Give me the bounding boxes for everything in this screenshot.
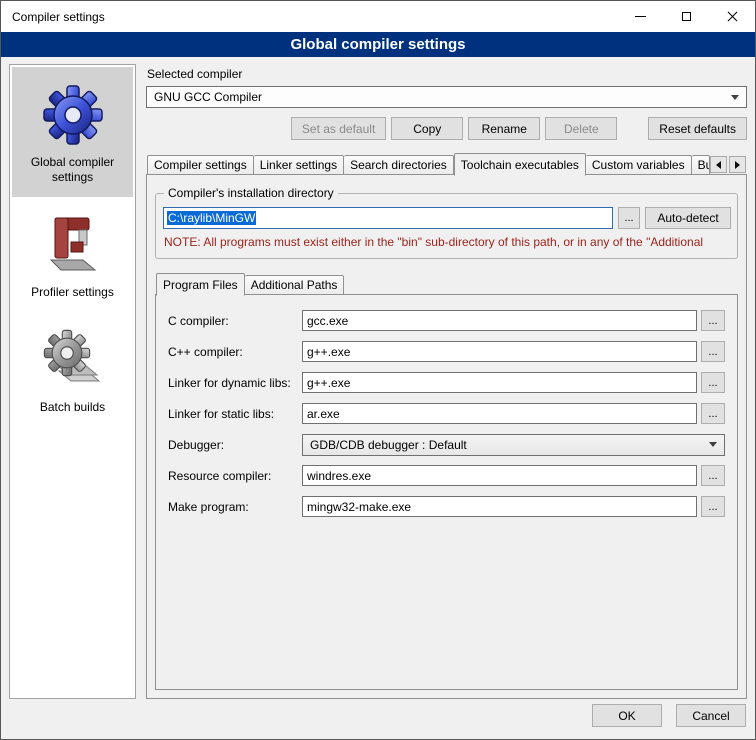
field-row-make-program: Make program: ... bbox=[168, 496, 725, 517]
linker-dynamic-input[interactable] bbox=[302, 372, 697, 393]
field-label: Linker for dynamic libs: bbox=[168, 376, 302, 390]
minimize-button[interactable] bbox=[617, 1, 663, 32]
browse-button[interactable]: ... bbox=[701, 465, 725, 486]
browse-button[interactable]: ... bbox=[701, 341, 725, 362]
titlebar: Compiler settings bbox=[1, 1, 755, 32]
field-row-cpp-compiler: C++ compiler: ... bbox=[168, 341, 725, 362]
tab-toolchain-executables[interactable]: Toolchain executables bbox=[454, 153, 586, 176]
left-arrow-icon bbox=[716, 161, 721, 169]
cpp-compiler-input[interactable] bbox=[302, 341, 697, 362]
sidebar-item-profiler-settings[interactable]: Profiler settings bbox=[12, 197, 133, 312]
main-settings-area: Selected compiler GNU GCC Compiler Set a… bbox=[146, 64, 747, 699]
close-icon bbox=[726, 10, 739, 23]
chevron-down-icon bbox=[731, 95, 739, 100]
tab-build-truncated[interactable]: Buil bbox=[692, 155, 710, 175]
window-controls bbox=[617, 1, 755, 32]
tab-scroll-arrows bbox=[710, 156, 746, 175]
selected-compiler-label: Selected compiler bbox=[147, 67, 747, 81]
tab-custom-variables[interactable]: Custom variables bbox=[586, 155, 692, 175]
resource-compiler-input[interactable] bbox=[302, 465, 697, 486]
minimize-icon bbox=[635, 16, 646, 17]
set-as-default-button[interactable]: Set as default bbox=[291, 117, 386, 140]
field-row-c-compiler: C compiler: ... bbox=[168, 310, 725, 331]
settings-tab-strip: Compiler settings Linker settings Search… bbox=[146, 153, 747, 175]
sidebar-item-label: Batch builds bbox=[40, 400, 105, 415]
profiler-icon bbox=[41, 212, 105, 276]
compiler-select[interactable]: GNU GCC Compiler bbox=[146, 86, 747, 108]
dialog-body: Global compiler settings Profiler settin… bbox=[1, 57, 755, 699]
window-title: Compiler settings bbox=[1, 10, 617, 24]
sidebar-item-label: Profiler settings bbox=[31, 285, 114, 300]
field-label: C compiler: bbox=[168, 314, 302, 328]
field-row-linker-static: Linker for static libs: ... bbox=[168, 403, 725, 424]
maximize-button[interactable] bbox=[663, 1, 709, 32]
program-files-panel: C compiler: ... C++ compiler: ... Linker… bbox=[155, 294, 738, 690]
debugger-select[interactable]: GDB/CDB debugger : Default bbox=[302, 434, 725, 456]
tab-compiler-settings[interactable]: Compiler settings bbox=[147, 155, 254, 175]
cancel-button[interactable]: Cancel bbox=[676, 704, 746, 727]
field-label: Resource compiler: bbox=[168, 469, 302, 483]
dialog-header-title: Global compiler settings bbox=[290, 36, 465, 53]
installation-directory-selected-text: C:\raylib\MinGW bbox=[167, 211, 256, 225]
delete-button[interactable]: Delete bbox=[545, 117, 617, 140]
settings-category-list: Global compiler settings Profiler settin… bbox=[9, 64, 136, 699]
sidebar-item-label: Global compiler settings bbox=[16, 155, 129, 185]
tab-search-directories[interactable]: Search directories bbox=[344, 155, 454, 175]
compiler-select-value: GNU GCC Compiler bbox=[154, 90, 725, 104]
compiler-settings-window: Compiler settings Global compiler settin… bbox=[0, 0, 756, 740]
tab-scroll-right-button[interactable] bbox=[729, 156, 746, 173]
close-button[interactable] bbox=[709, 1, 755, 32]
ok-button[interactable]: OK bbox=[592, 704, 662, 727]
installation-directory-groupbox: Compiler's installation directory C:\ray… bbox=[155, 193, 738, 259]
chevron-down-icon bbox=[709, 442, 717, 447]
subtab-program-files[interactable]: Program Files bbox=[156, 273, 245, 296]
sidebar-item-global-compiler-settings[interactable]: Global compiler settings bbox=[12, 67, 133, 197]
right-arrow-icon bbox=[735, 161, 740, 169]
field-label: Linker for static libs: bbox=[168, 407, 302, 421]
field-row-resource-compiler: Resource compiler: ... bbox=[168, 465, 725, 486]
auto-detect-button[interactable]: Auto-detect bbox=[645, 207, 731, 229]
field-label: Make program: bbox=[168, 500, 302, 514]
browse-button[interactable]: ... bbox=[701, 310, 725, 331]
browse-button[interactable]: ... bbox=[701, 496, 725, 517]
compiler-buttons-row: Set as default Copy Rename Delete Reset … bbox=[146, 117, 747, 140]
field-label: Debugger: bbox=[168, 438, 302, 452]
make-program-input[interactable] bbox=[302, 496, 697, 517]
browse-button[interactable]: ... bbox=[701, 403, 725, 424]
debugger-select-value: GDB/CDB debugger : Default bbox=[310, 438, 467, 452]
batch-builds-icon bbox=[41, 327, 105, 391]
program-files-tab-strip: Program Files Additional Paths bbox=[155, 273, 738, 295]
field-row-debugger: Debugger: GDB/CDB debugger : Default bbox=[168, 434, 725, 455]
subtab-additional-paths[interactable]: Additional Paths bbox=[245, 275, 345, 295]
toolchain-executables-panel: Compiler's installation directory C:\ray… bbox=[146, 174, 747, 699]
bin-subdirectory-note: NOTE: All programs must exist either in … bbox=[164, 235, 730, 249]
installation-directory-label: Compiler's installation directory bbox=[164, 186, 338, 200]
linker-static-input[interactable] bbox=[302, 403, 697, 424]
reset-defaults-button[interactable]: Reset defaults bbox=[648, 117, 747, 140]
browse-button[interactable]: ... bbox=[701, 372, 725, 393]
dialog-footer: OK Cancel bbox=[1, 699, 755, 739]
sidebar-item-batch-builds[interactable]: Batch builds bbox=[12, 312, 133, 427]
browse-directory-button[interactable]: ... bbox=[618, 207, 640, 229]
maximize-icon bbox=[682, 12, 691, 21]
blue-gear-icon bbox=[41, 82, 105, 146]
dialog-header: Global compiler settings bbox=[1, 32, 755, 57]
field-row-linker-dynamic: Linker for dynamic libs: ... bbox=[168, 372, 725, 393]
installation-directory-input[interactable]: C:\raylib\MinGW bbox=[163, 207, 613, 229]
copy-button[interactable]: Copy bbox=[391, 117, 463, 140]
installation-directory-row: C:\raylib\MinGW ... Auto-detect bbox=[163, 207, 731, 229]
rename-button[interactable]: Rename bbox=[468, 117, 540, 140]
field-label: C++ compiler: bbox=[168, 345, 302, 359]
tab-scroll-left-button[interactable] bbox=[710, 156, 727, 173]
tab-linker-settings[interactable]: Linker settings bbox=[254, 155, 344, 175]
c-compiler-input[interactable] bbox=[302, 310, 697, 331]
